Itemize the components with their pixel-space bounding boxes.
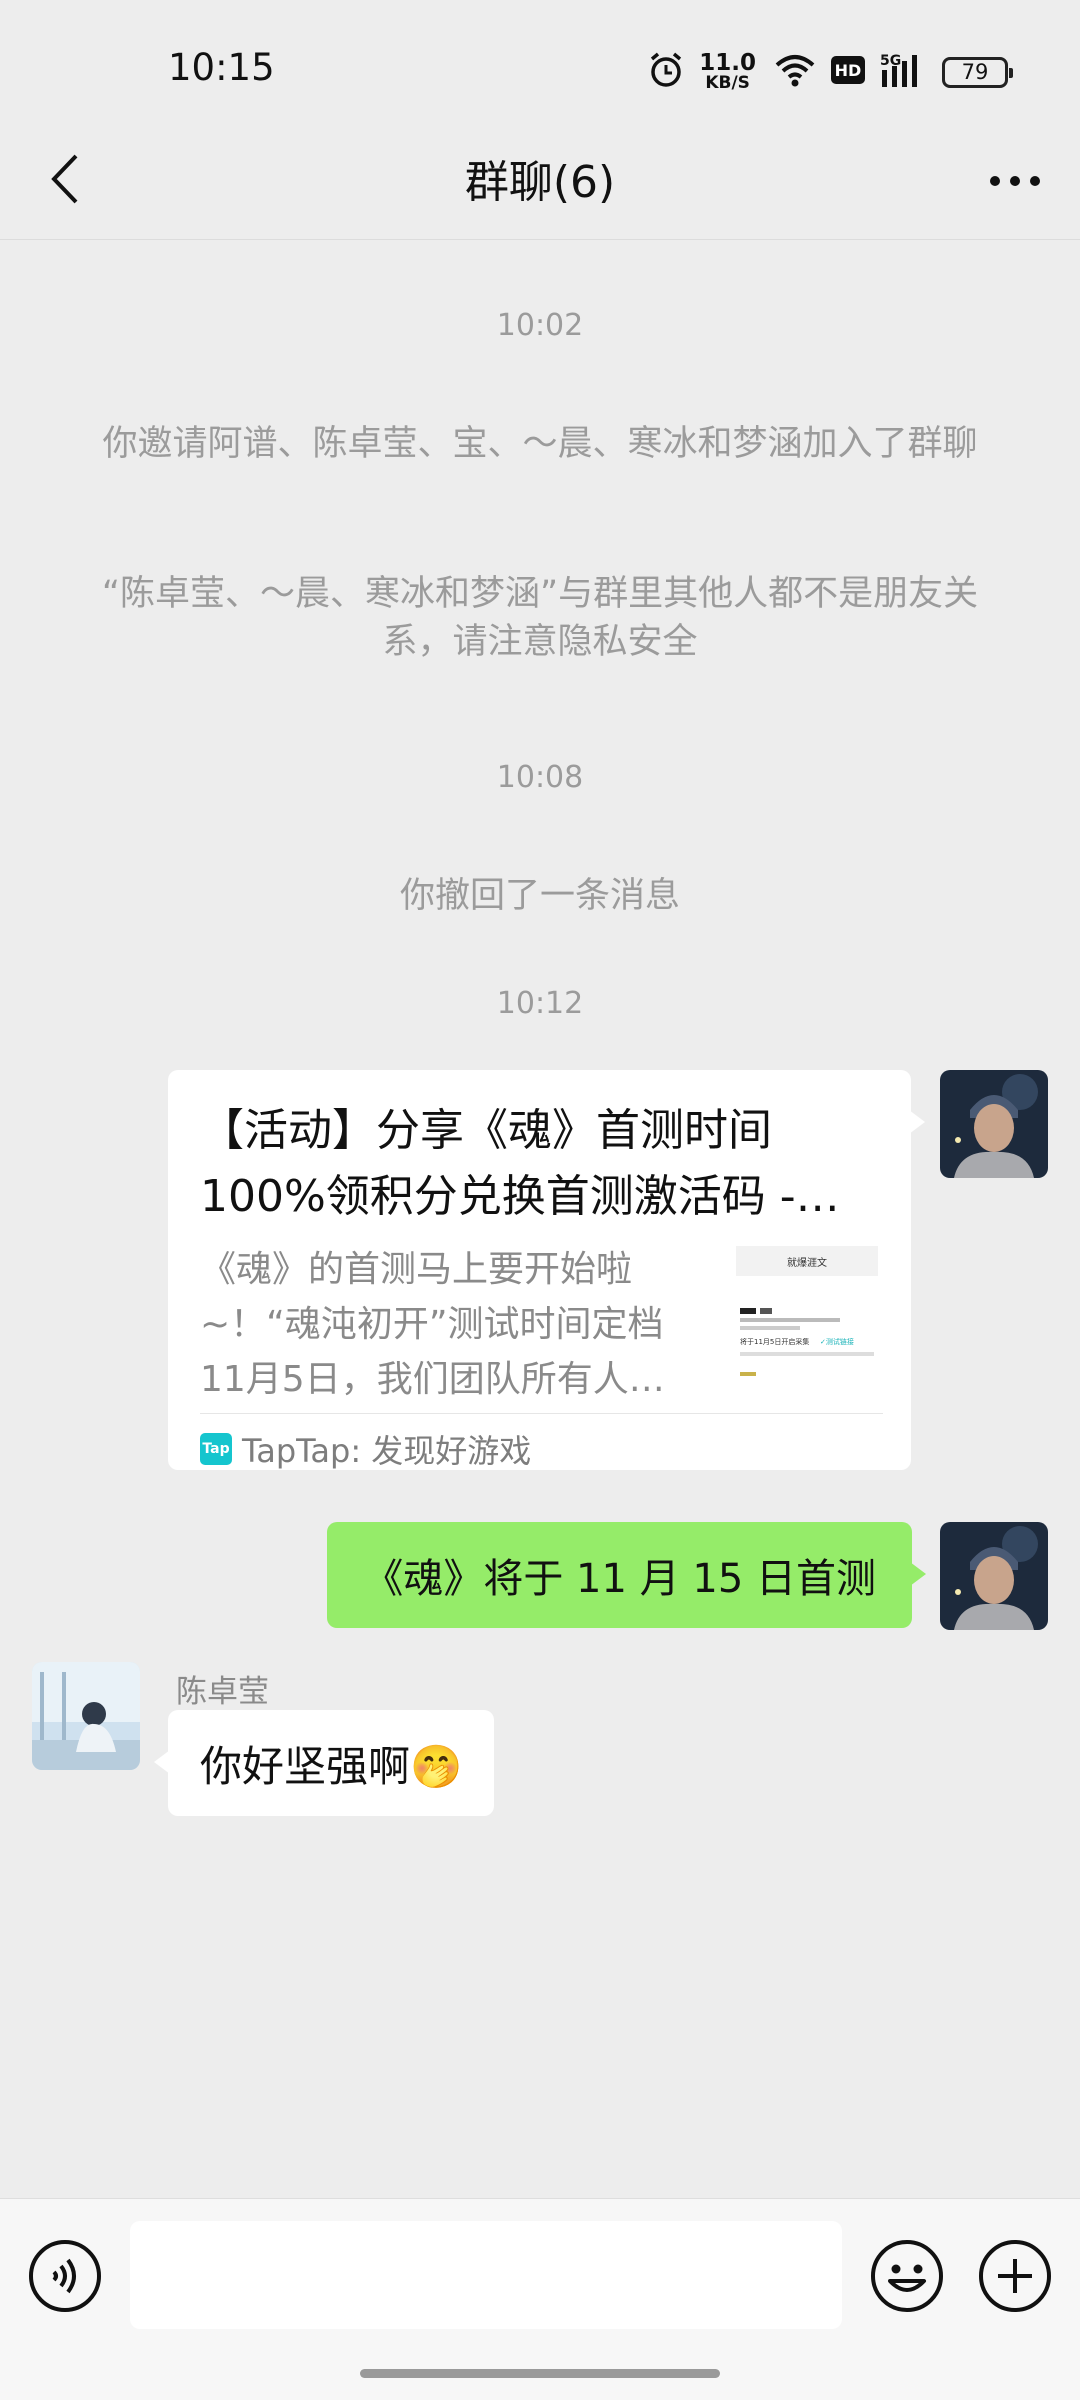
network-label: 5G	[880, 53, 901, 69]
hd-icon: HD	[830, 55, 866, 89]
timestamp: 10:08	[496, 760, 584, 795]
page-title: 群聊(6)	[464, 157, 616, 208]
home-indicator[interactable]	[360, 2369, 720, 2378]
taptap-logo-icon: Tap	[200, 1433, 232, 1465]
message-input[interactable]	[130, 2221, 842, 2329]
sender-avatar[interactable]	[32, 1662, 140, 1770]
plus-icon	[979, 2240, 1051, 2312]
emoji-button[interactable]	[870, 2239, 944, 2313]
timestamp: 10:02	[496, 308, 584, 343]
input-bar	[0, 2198, 1080, 2400]
link-card-description: 《魂》的首测马上要开始啦~！“魂沌初开”测试时间定档11月5日，我们团队所有人都…	[200, 1249, 665, 1400]
status-icons: 11.0 KB/S HD 5G 79	[647, 50, 1013, 94]
alarm-icon	[647, 51, 685, 93]
my-avatar[interactable]	[940, 1070, 1048, 1178]
divider	[200, 1413, 883, 1414]
battery-icon: 79	[942, 56, 1013, 88]
wifi-icon	[774, 53, 816, 91]
network-speed: 11.0 KB/S	[699, 52, 756, 92]
more-functions-button[interactable]	[978, 2239, 1052, 2313]
thumbnail-line: 将于11月5日开启采集	[740, 1337, 809, 1346]
system-message-privacy: “陈卓莹、～晨、寒冰和梦涵”与群里其他人都不是朋友关系，请注意隐私安全	[101, 574, 979, 662]
battery-level: 79	[961, 60, 989, 84]
hd-label: HD	[835, 61, 862, 80]
voice-button[interactable]	[28, 2239, 102, 2313]
timestamp: 10:12	[496, 986, 584, 1021]
more-button[interactable]	[980, 146, 1050, 216]
voice-icon	[29, 2240, 101, 2312]
chat-header: 群聊(6)	[0, 118, 1080, 240]
my-message-bubble[interactable]: 《魂》将于 11 月 15 日首测	[327, 1522, 926, 1628]
link-card-thumbnail: 就爆涯文 将于11月5日开启采集 ✓测试链接	[736, 1246, 878, 1388]
network-speed-unit: KB/S	[705, 73, 750, 93]
message-list[interactable]: 10:02 你邀请阿谱、陈卓莹、宝、～晨、寒冰和梦涵加入了群聊 “陈卓莹、～晨、…	[0, 240, 1080, 2198]
thumbnail-heading: 就爆涯文	[787, 1256, 827, 1269]
link-card-source: Tap TapTap: 发现好游戏	[200, 1426, 531, 1472]
sender-name: 陈卓莹	[176, 1674, 269, 1710]
network-speed-value: 11.0	[699, 50, 756, 76]
more-dots-icon	[990, 176, 1040, 186]
link-card-title: 【活动】分享《魂》首测时间100%领积分兑换首测激活码 - TapTap	[200, 1105, 796, 1222]
thumbnail-link: ✓测试链接	[820, 1337, 854, 1346]
emoji-icon	[871, 2240, 943, 2312]
system-message-invite: 你邀请阿谱、陈卓莹、宝、～晨、寒冰和梦涵加入了群聊	[102, 424, 978, 464]
other-message-bubble[interactable]: 你好坚强啊🤭	[153, 1710, 495, 1816]
system-message-recall: 你撤回了一条消息	[399, 876, 680, 916]
my-avatar[interactable]	[940, 1522, 1048, 1630]
source-label: TapTap: 发现好游戏	[242, 1432, 532, 1470]
signal-icon: 5G	[880, 52, 928, 92]
link-card-message[interactable]: 【活动】分享《魂》首测时间100%领积分兑换首测激活码 - TapTap 《魂》…	[168, 1070, 925, 1472]
status-time: 10:15	[168, 46, 275, 89]
